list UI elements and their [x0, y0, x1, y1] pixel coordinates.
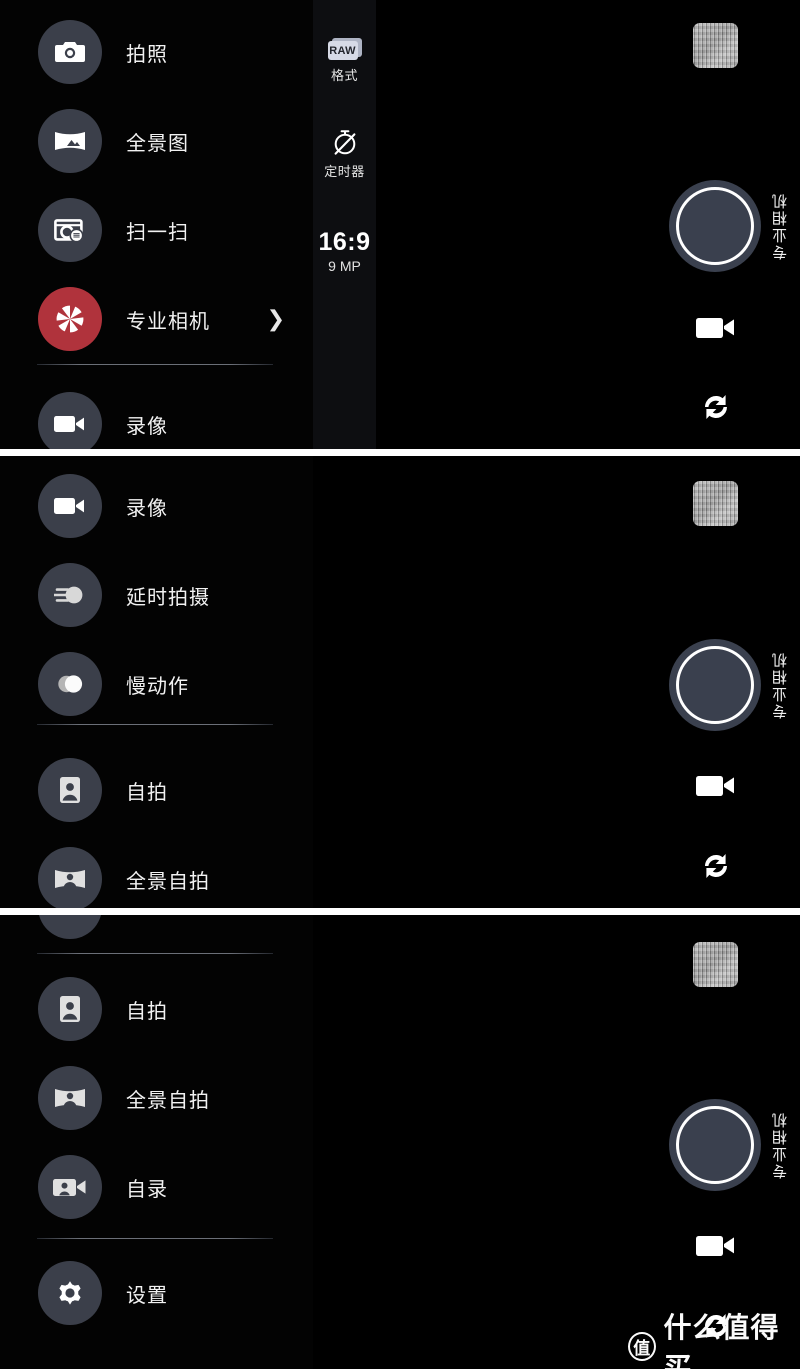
camera-screen-panel-3: 自拍 全景自拍 自录 设置 专业相机 值 什么值得买: [0, 915, 800, 1369]
menu-item-photo[interactable]: 拍照: [0, 20, 313, 84]
gallery-thumbnail[interactable]: [693, 23, 738, 68]
megapixels-value: 9 MP: [328, 258, 361, 274]
camera-screen-panel-2: 录像 延时拍摄 慢动作 自拍 全景自拍 专业相机: [0, 456, 800, 908]
scan-qr-icon: [38, 198, 102, 262]
gallery-thumbnail[interactable]: [693, 481, 738, 526]
shutter-button[interactable]: [669, 639, 761, 731]
gallery-thumbnail[interactable]: [693, 942, 738, 987]
selfie-video-icon: [38, 1155, 102, 1219]
menu-item-label: 设置: [126, 1284, 168, 1307]
panorama-selfie-icon: [38, 1066, 102, 1130]
chevron-right-icon[interactable]: ❯: [267, 308, 285, 330]
setting-timer-label: 定时器: [324, 164, 365, 179]
menu-divider: [37, 724, 273, 725]
mode-menu: 录像 延时拍摄 慢动作 自拍 全景自拍: [0, 456, 313, 908]
slow-motion-icon: [38, 652, 102, 716]
screenshot-root: 拍照 全景图 扫一扫 专业相机 ❯ 录像 RAW 格式 定时器 16:9 9 M…: [0, 0, 800, 1369]
menu-item-panorama-selfie[interactable]: 全景自拍: [0, 847, 313, 908]
menu-item-timelapse[interactable]: 延时拍摄: [0, 563, 313, 627]
menu-item-label: 专业相机: [126, 310, 210, 333]
menu-item-label: 全景自拍: [126, 1089, 210, 1112]
aperture-icon: [38, 287, 102, 351]
menu-item-scan[interactable]: 扫一扫: [0, 198, 313, 262]
timelapse-icon: [38, 563, 102, 627]
selfie-portrait-icon: [38, 977, 102, 1041]
menu-item-selfie-video[interactable]: 自录: [0, 1155, 313, 1219]
menu-divider: [37, 953, 273, 954]
photo-camera-icon: [38, 20, 102, 84]
shutter-button[interactable]: [669, 180, 761, 272]
menu-item-panorama[interactable]: 全景图: [0, 109, 313, 173]
menu-item-selfie[interactable]: 自拍: [0, 977, 313, 1041]
watermark-logo-icon: 值: [628, 1331, 656, 1361]
mode-label-vertical: 专业相机: [772, 192, 789, 260]
setting-format-label: 格式: [330, 68, 358, 83]
menu-item-label: 自录: [126, 1178, 168, 1201]
video-record-button[interactable]: [696, 315, 736, 346]
timer-off-icon: [334, 130, 355, 155]
raw-badge-text: RAW: [327, 41, 358, 60]
panorama-selfie-icon: [38, 847, 102, 908]
setting-aspect-ratio[interactable]: 16:9 9 MP: [313, 228, 376, 274]
mode-label-vertical: 专业相机: [772, 1111, 789, 1179]
shutter-button[interactable]: [669, 1099, 761, 1191]
menu-item-selfie[interactable]: 自拍: [0, 758, 313, 822]
panorama-icon: [38, 109, 102, 173]
menu-item-label: 录像: [126, 415, 168, 438]
menu-item-pro-camera[interactable]: 专业相机 ❯: [0, 287, 313, 351]
video-record-button[interactable]: [696, 1233, 736, 1264]
selfie-portrait-icon: [38, 758, 102, 822]
menu-item-label: 自拍: [126, 781, 168, 804]
aspect-ratio-value: 16:9: [318, 228, 371, 256]
video-record-button[interactable]: [696, 773, 736, 804]
menu-item-label: 全景自拍: [126, 870, 210, 893]
switch-camera-button[interactable]: [698, 849, 734, 888]
menu-item-video[interactable]: 录像: [0, 474, 313, 538]
switch-camera-button[interactable]: [698, 390, 734, 429]
setting-format[interactable]: RAW 格式: [313, 38, 376, 84]
raw-badge-icon: RAW: [327, 38, 362, 60]
mode-menu: 拍照 全景图 扫一扫 专业相机 ❯ 录像: [0, 0, 313, 449]
menu-item-slow-motion[interactable]: 慢动作: [0, 652, 313, 716]
setting-timer[interactable]: 定时器: [313, 128, 376, 180]
partial-mode-icon: [38, 915, 102, 939]
menu-item-label: 拍照: [126, 43, 168, 66]
menu-item-panorama-selfie[interactable]: 全景自拍: [0, 1066, 313, 1130]
watermark: 值 什么值得买: [628, 1306, 800, 1369]
menu-item-settings[interactable]: 设置: [0, 1261, 313, 1325]
menu-divider: [37, 1238, 273, 1239]
menu-item-label: 录像: [126, 497, 168, 520]
watermark-text: 什么值得买: [663, 1311, 780, 1369]
menu-item-label: 延时拍摄: [126, 586, 210, 609]
menu-item-label: 扫一扫: [126, 221, 189, 244]
video-camera-icon: [38, 392, 102, 449]
mode-menu: 自拍 全景自拍 自录 设置: [0, 915, 313, 1369]
menu-item-partial[interactable]: [0, 915, 313, 939]
mode-label-vertical: 专业相机: [772, 651, 789, 719]
camera-screen-panel-1: 拍照 全景图 扫一扫 专业相机 ❯ 录像 RAW 格式 定时器 16:9 9 M…: [0, 0, 800, 449]
video-camera-icon: [38, 474, 102, 538]
menu-item-label: 自拍: [126, 1000, 168, 1023]
menu-item-video[interactable]: 录像: [0, 392, 313, 449]
menu-item-label: 慢动作: [126, 675, 189, 698]
menu-item-label: 全景图: [126, 132, 189, 155]
menu-divider: [37, 364, 273, 365]
gear-icon: [38, 1261, 102, 1325]
